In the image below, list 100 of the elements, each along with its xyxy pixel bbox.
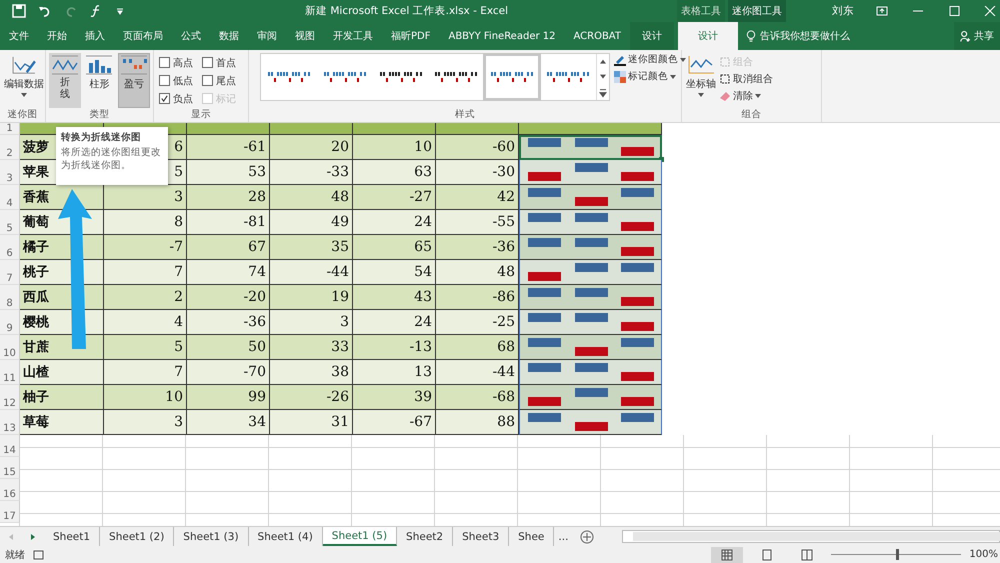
row-header[interactable]: 2	[0, 135, 20, 160]
row-header[interactable]: 5	[0, 210, 20, 235]
checkbox-option[interactable]: 尾点	[202, 73, 243, 88]
table-cell: 74	[187, 260, 270, 285]
table-cell: 28	[187, 185, 270, 210]
table-cell: 2	[104, 285, 187, 310]
table-cell: 33	[270, 335, 353, 360]
sparkline-color-button[interactable]: 迷你图颜色	[614, 53, 686, 66]
ribbon-tab[interactable]: 福昕PDF	[382, 22, 440, 50]
table-cell: 48	[436, 260, 519, 285]
edit-data-button[interactable]: 编辑数据	[3, 53, 45, 108]
group-label: 类型	[88, 108, 110, 122]
table-cell: -70	[187, 360, 270, 385]
table-cell: 54	[353, 260, 436, 285]
checkbox-option[interactable]: 低点	[159, 73, 200, 88]
table-cell: 10	[353, 135, 436, 160]
table-cell: 7	[104, 260, 187, 285]
group-command-button[interactable]: 取消组合	[719, 72, 773, 86]
window-title: 新建 Microsoft Excel 工作表.xlsx - Excel	[305, 4, 510, 18]
sheet-tab[interactable]: Sheet1 (5)	[322, 527, 398, 546]
table-cell: 5	[104, 335, 187, 360]
share-button[interactable]: 共享	[954, 22, 1000, 50]
contextual-tab-label: 迷你图工具	[728, 0, 786, 22]
table-cell: -36	[436, 235, 519, 260]
table-cell: -44	[436, 360, 519, 385]
zoom-level[interactable]: 100%	[969, 549, 1000, 560]
table-cell: 20	[270, 135, 353, 160]
row-header[interactable]: 6	[0, 235, 20, 260]
row-header[interactable]: 4	[0, 185, 20, 210]
table-cell: 35	[270, 235, 353, 260]
table-cell: 68	[436, 335, 519, 360]
table-cell: -25	[436, 310, 519, 335]
table-cell: -68	[436, 385, 519, 410]
row-header[interactable]: 15	[0, 457, 20, 479]
table-cell: 草莓	[20, 410, 104, 435]
row-header[interactable]: 11	[0, 360, 20, 385]
table-cell: 34	[187, 410, 270, 435]
ribbon-tab[interactable]: ABBYY FineReader 12	[439, 22, 564, 50]
group-label: 迷你图	[6, 108, 38, 122]
row-header[interactable]: 9	[0, 310, 20, 335]
ribbon-tab[interactable]: 公式	[172, 22, 210, 50]
table-cell: -33	[270, 160, 353, 185]
table-cell: 4	[104, 310, 187, 335]
sparkline-type-button[interactable]: 折线	[49, 53, 82, 108]
sparkline-type-button[interactable]: 柱形	[83, 53, 116, 108]
table-cell: -55	[436, 210, 519, 235]
row-header[interactable]: 14	[0, 435, 20, 457]
table-cell: -61	[187, 135, 270, 160]
table-cell: 山楂	[20, 360, 104, 385]
sparkline-type-button[interactable]: 盈亏	[118, 53, 150, 108]
ribbon-tab[interactable]: 开始	[38, 22, 76, 50]
table-cell: 43	[353, 285, 436, 310]
table-cell: -26	[270, 385, 353, 410]
more-sheets-button[interactable]: ...	[554, 527, 572, 546]
table-cell: 3	[104, 410, 187, 435]
group-label: 显示	[190, 108, 212, 122]
table-cell: 柚子	[20, 385, 104, 410]
ribbon-tab[interactable]: 开发工具	[324, 22, 382, 50]
table-cell: 10	[104, 385, 187, 410]
row-header[interactable]: 3	[0, 160, 20, 185]
row-header[interactable]: 16	[0, 479, 20, 501]
table-cell: 24	[353, 310, 436, 335]
row-header[interactable]: 13	[0, 410, 20, 435]
user-name[interactable]: 刘东	[832, 4, 854, 18]
table-cell: 31	[270, 410, 353, 435]
table-cell: 24	[353, 210, 436, 235]
ribbon-tab[interactable]: 页面布局	[114, 22, 172, 50]
ribbon-tab[interactable]: 视图	[286, 22, 324, 50]
row-header[interactable]: 17	[0, 501, 20, 523]
table-cell: 甘蔗	[20, 335, 104, 360]
ribbon-tab[interactable]: 文件	[0, 22, 38, 50]
table-cell: 19	[270, 285, 353, 310]
table-cell: 38	[270, 360, 353, 385]
table-cell: 88	[436, 410, 519, 435]
checkbox-option[interactable]: 首点	[202, 55, 243, 70]
row-header[interactable]: 7	[0, 260, 20, 285]
checkbox-option[interactable]: 负点	[159, 91, 200, 106]
row-header[interactable]: 8	[0, 285, 20, 310]
marker-color-button[interactable]: 标记颜色	[614, 70, 686, 83]
ribbon-tab[interactable]: 插入	[76, 22, 114, 50]
group-command-button[interactable]: 清除	[719, 89, 773, 103]
tell-me-field[interactable]: 告诉我你想要做什么	[746, 22, 850, 50]
ribbon-tab[interactable]: 审阅	[248, 22, 286, 50]
group-label: 组合	[740, 108, 762, 122]
ribbon-tab[interactable]: ACROBAT	[564, 22, 630, 50]
row-header[interactable]: 10	[0, 335, 20, 360]
checkbox-option[interactable]: 高点	[159, 55, 200, 70]
ribbon-tab[interactable]: 设计	[678, 22, 738, 50]
table-cell: 13	[353, 360, 436, 385]
table-cell: 65	[353, 235, 436, 260]
group-label: 样式	[454, 108, 476, 122]
axis-button[interactable]: 坐标轴	[685, 53, 717, 108]
row-header[interactable]: 1	[0, 123, 20, 135]
ribbon-tab[interactable]: 数据	[210, 22, 248, 50]
table-cell: 67	[187, 235, 270, 260]
table-cell: 3	[270, 310, 353, 335]
table-cell: -81	[187, 210, 270, 235]
ribbon-tab[interactable]: 设计	[630, 22, 674, 50]
row-header[interactable]: 12	[0, 385, 20, 410]
table-cell: 48	[270, 185, 353, 210]
